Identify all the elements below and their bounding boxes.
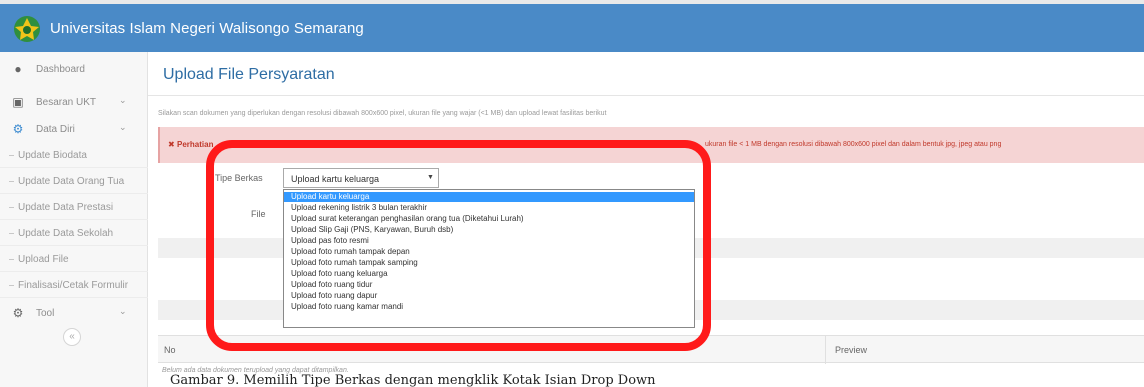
sidebar-subitem-upload-file[interactable]: Upload File [0, 246, 148, 272]
sidebar-item-label: Dashboard [36, 64, 85, 75]
dropdown-option[interactable]: Upload rekening listrik 3 bulan terakhir [284, 203, 694, 213]
tree-dash [9, 207, 14, 208]
dropdown-option[interactable]: Upload foto ruang dapur [284, 291, 694, 301]
dropdown-option[interactable]: Upload kartu keluarga [284, 192, 694, 202]
sidebar-subitem-label: Upload File [18, 254, 69, 265]
dashboard-icon: ● [14, 62, 22, 76]
sidebar-subitem-label: Update Data Prestasi [18, 202, 114, 213]
select-value: Upload kartu keluarga [291, 174, 380, 184]
dropdown-option[interactable]: Upload foto ruang keluarga [284, 269, 694, 279]
alert-text: ukuran file < 1 MB dengan resolusi dibaw… [705, 141, 1002, 148]
sidebar-subitem-finalisasi[interactable]: Finalisasi/Cetak Formulir [0, 272, 148, 298]
sidebar-subitem-label: Finalisasi/Cetak Formulir [18, 280, 129, 291]
tree-dash [9, 285, 14, 286]
sidebar-subitem-update-data-orang-tua[interactable]: Update Data Orang Tua [0, 168, 148, 194]
sidebar-subitem-update-biodata[interactable]: Update Biodata [0, 142, 148, 168]
tipe-berkas-options[interactable]: Upload kartu keluarga Upload rekening li… [283, 189, 695, 328]
figure-caption: Gambar 9. Memilih Tipe Berkas dengan men… [170, 373, 656, 387]
tree-dash [9, 155, 14, 156]
column-header-no: No [164, 345, 176, 355]
sidebar-subitem-update-data-sekolah[interactable]: Update Data Sekolah [0, 220, 148, 246]
chevron-down-icon: ⌄ [119, 122, 127, 132]
alert-label: Perhatian [177, 140, 214, 149]
top-header: Universitas Islam Negeri Walisongo Semar… [0, 0, 1144, 52]
card-icon: ▣ [12, 95, 24, 109]
gears-icon: ⚙ [12, 306, 24, 320]
user-icon: ⚙ [12, 122, 24, 136]
sidebar-subitem-label: Update Data Orang Tua [18, 176, 125, 187]
sidebar-subitem-label: Update Biodata [18, 150, 87, 161]
dropdown-option[interactable]: Upload surat keterangan penghasilan oran… [284, 214, 694, 224]
sidebar-item-label: Besaran UKT [36, 97, 97, 108]
dropdown-option[interactable]: Upload foto rumah tampak depan [284, 247, 694, 257]
chevron-down-icon: ⌄ [119, 306, 127, 316]
sidebar-item-label: Data Diri [36, 124, 75, 135]
dropdown-option[interactable]: Upload pas foto resmi [284, 236, 694, 246]
file-label: File [251, 209, 266, 219]
instruction-text: Silakan scan dokumen yang diperlukan den… [158, 110, 607, 117]
table-header: No Preview [158, 335, 1144, 364]
tipe-berkas-select[interactable]: Upload kartu keluarga ▼ [283, 168, 439, 188]
collapse-icon[interactable]: « [63, 328, 81, 346]
sidebar-subitem-label: Update Data Sekolah [18, 228, 114, 239]
dropdown-option[interactable]: Upload foto rumah tampak samping [284, 258, 694, 268]
brand-title[interactable]: Universitas Islam Negeri Walisongo Semar… [50, 20, 364, 37]
tree-dash [9, 233, 14, 234]
dropdown-option[interactable]: Upload foto ruang tidur [284, 280, 694, 290]
tipe-berkas-label: Tipe Berkas [215, 173, 263, 183]
sidebar-subitem-update-data-prestasi[interactable]: Update Data Prestasi [0, 194, 148, 220]
column-divider [825, 336, 826, 364]
page-title: Upload File Persyaratan [163, 66, 335, 83]
university-seal-icon[interactable] [12, 14, 42, 44]
tree-dash [9, 181, 14, 182]
divider [148, 95, 1144, 96]
dropdown-option[interactable]: Upload foto ruang kamar mandi [284, 302, 694, 312]
dropdown-option[interactable]: Upload Slip Gaji (PNS, Karyawan, Buruh d… [284, 225, 694, 235]
sidebar: ● Dashboard ▣ Besaran UKT ⌄ ⚙ Data Diri … [0, 52, 148, 387]
chevron-down-icon: ▼ [427, 174, 434, 181]
tree-dash [9, 259, 14, 260]
column-header-preview: Preview [835, 345, 868, 355]
close-icon[interactable]: ✖ [168, 140, 175, 149]
warning-alert: ✖ Perhatian ukuran file < 1 MB dengan re… [158, 127, 1144, 163]
sidebar-item-label: Tool [36, 308, 55, 319]
chevron-down-icon: ⌄ [119, 95, 127, 105]
